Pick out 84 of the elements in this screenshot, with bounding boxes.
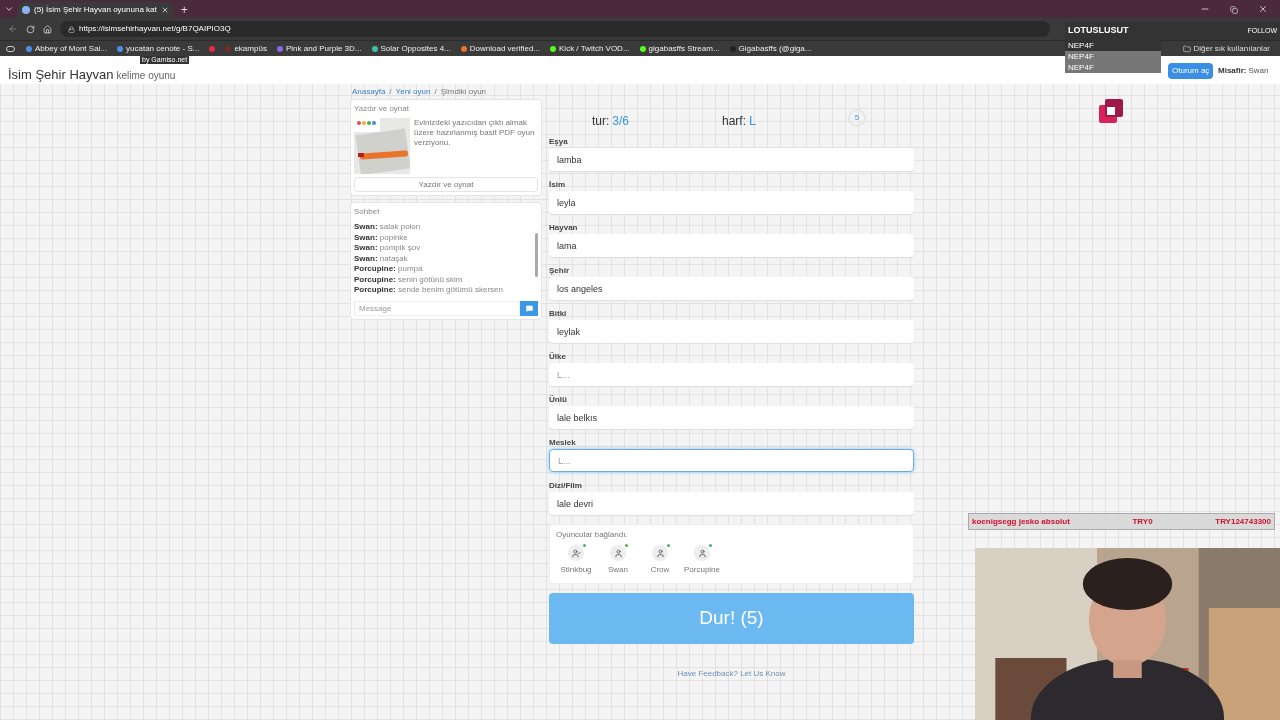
- field-label: Meslek: [549, 437, 577, 449]
- timer: 5: [848, 109, 866, 127]
- breadcrumb-separator: /: [389, 86, 392, 97]
- field-label: Dizi/Film: [549, 480, 583, 492]
- bookmark[interactable]: Gigabasffs (@giga...: [726, 42, 815, 55]
- chat-message: Swan: pompik şov: [354, 243, 421, 254]
- total: TRY124743300: [1215, 515, 1271, 528]
- reload-icon[interactable]: [26, 24, 35, 34]
- chat-message: Swan: popinke: [354, 232, 408, 243]
- card-title: Sohbet: [354, 206, 381, 218]
- bookmark-folder[interactable]: Diğer sık kullanılanlar: [1182, 42, 1270, 55]
- chat-bubble-icon: [525, 305, 533, 312]
- globe-icon: [22, 6, 30, 14]
- print-button[interactable]: Yazdır ve oynat: [354, 177, 538, 192]
- input-field[interactable]: lale devri: [549, 492, 914, 515]
- tab-title: (5) İsim Şehir Hayvan oyununa kat: [34, 4, 157, 16]
- restore-icon[interactable]: [1230, 6, 1238, 14]
- breadcrumb-separator: /: [434, 86, 437, 97]
- guest-name: Swan: [1248, 65, 1269, 77]
- send-button[interactable]: [520, 301, 538, 316]
- supporter-name: NEP4F: [1065, 62, 1161, 73]
- field-label: Ünlü: [549, 394, 568, 406]
- bookmark[interactable]: yucatan cenote - S...: [114, 42, 203, 55]
- close-icon[interactable]: [1258, 4, 1268, 14]
- site-logo: [1097, 97, 1125, 125]
- site-title[interactable]: İsim Şehir Hayvan: [8, 68, 114, 81]
- input-field[interactable]: L...: [549, 449, 914, 472]
- address-bar[interactable]: https://isimsehirhayvan.net/g/B7QAIPIO3Q: [60, 21, 1050, 37]
- breadcrumb-link[interactable]: Yeni oyun: [395, 86, 431, 97]
- new-tab-button[interactable]: +: [176, 3, 192, 17]
- breadcrumb-link[interactable]: Anasayfa: [352, 86, 386, 97]
- chat-message: Swan: nataşak: [354, 253, 408, 264]
- chat-message: Swan: salak polon: [354, 222, 421, 233]
- channel-name: LOTUSLUSUT: [1068, 24, 1129, 38]
- chat-message: Porcupine: sende benim götümü skersen: [354, 285, 503, 296]
- input-field[interactable]: L...: [549, 363, 914, 386]
- letter-value: L: [749, 112, 757, 131]
- player-name: Porcupine: [684, 564, 720, 576]
- field-label: Bitki: [549, 308, 568, 320]
- players-status: Oyuncular bağlandı.: [556, 529, 629, 541]
- message-field[interactable]: Message: [354, 301, 520, 316]
- chat-message: Porcupine: senin götünü skim: [354, 274, 463, 285]
- player-name: Swan: [608, 564, 628, 576]
- site-subtitle: kelime oyunu: [116, 71, 176, 81]
- player-name: Crow: [650, 564, 670, 576]
- car-name: koenigsegg jesko absolut: [972, 515, 1070, 528]
- supporter-name: NEP4F: [1065, 51, 1161, 62]
- url-text: https://isimsehirhayvan.net/g/B7QAIPIO3Q: [79, 23, 231, 35]
- bookmark[interactable]: Download verified...: [457, 42, 544, 55]
- input-field[interactable]: lama: [549, 234, 914, 257]
- input-field[interactable]: leyla: [549, 191, 914, 214]
- chat-message: Porcupine: pumpa: [354, 264, 423, 275]
- player-name: Stinkbug: [560, 564, 592, 576]
- input-field[interactable]: lamba: [549, 148, 914, 171]
- back-icon[interactable]: [8, 24, 18, 34]
- lock-icon: [68, 25, 75, 33]
- card-text: Evinizdeki yazıcıdan çıktı almak üzere hazırlanmış basit PDF oyun verziyonu.: [414, 118, 536, 149]
- price: TRY0: [1132, 515, 1153, 528]
- bookmark[interactable]: Kick / Twitch VOD...: [547, 42, 633, 55]
- card-title: Yazdır ve oynat: [354, 103, 410, 115]
- field-label: Şehir: [549, 265, 570, 277]
- bookmark[interactable]: gigabasffs Stream...: [636, 42, 723, 55]
- field-label: Hayvan: [549, 222, 579, 234]
- field-label: Ülke: [549, 351, 567, 363]
- bookmark[interactable]: Pink and Purple 3D...: [273, 42, 365, 55]
- bookmark[interactable]: ekampüs: [222, 42, 270, 55]
- bookmark[interactable]: Solar Opposites 4...: [368, 42, 454, 55]
- bookmark[interactable]: Abbey of Mont Sai...: [23, 42, 111, 55]
- field-label: İsim: [549, 179, 566, 191]
- round-label: tur:: [592, 113, 610, 130]
- input-field[interactable]: los angeles: [549, 277, 914, 300]
- supporter-name: NEP4F: [1065, 40, 1161, 51]
- round-value: 3/6: [612, 113, 630, 130]
- field-label: Eşya: [549, 136, 569, 148]
- home-icon[interactable]: [43, 24, 52, 34]
- letter-label: harf:: [722, 113, 746, 131]
- breadcrumb-current: Şimdiki oyun: [440, 86, 487, 97]
- guest-label: Misafir:: [1218, 65, 1247, 77]
- input-field[interactable]: leylak: [549, 320, 914, 343]
- tab-list-icon[interactable]: [4, 4, 14, 14]
- close-icon[interactable]: [160, 6, 169, 14]
- input-field[interactable]: lale belkıs: [549, 406, 914, 429]
- browser-tab[interactable]: (5) İsim Şehir Hayvan oyununa kat: [18, 2, 173, 18]
- folder-icon: [1182, 44, 1191, 53]
